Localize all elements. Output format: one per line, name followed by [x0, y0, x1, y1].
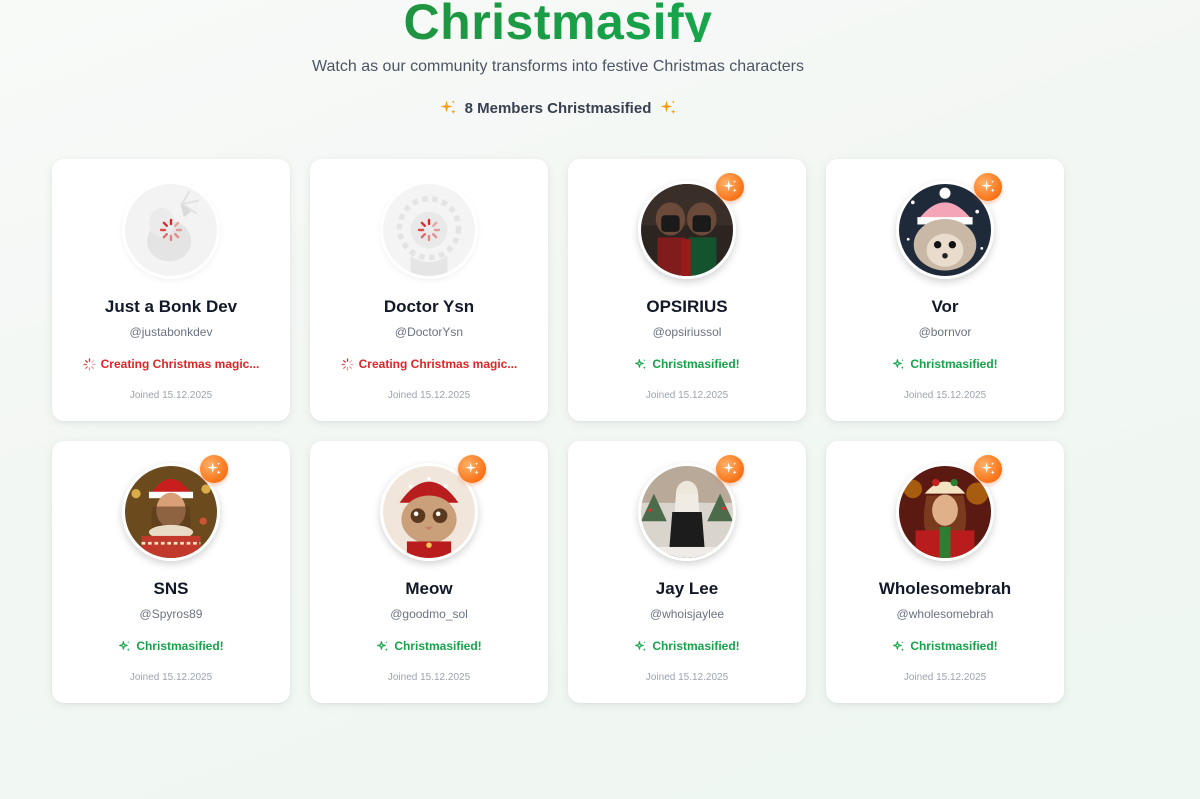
christmasified-badge: [974, 455, 1002, 483]
member-card[interactable]: Just a Bonk Dev @justabonkdev Creating C…: [52, 159, 290, 421]
sparkles-icon: [634, 358, 647, 371]
member-status-label: Christmasified!: [652, 639, 740, 653]
member-status: Christmasified!: [826, 639, 1064, 653]
member-name: Wholesomebrah: [878, 579, 1012, 598]
member-card[interactable]: Meow @goodmo_sol Christmasified! Joined …: [310, 441, 548, 703]
member-joined-date: Joined 15.12.2025: [129, 390, 213, 401]
sparkles-icon: [634, 640, 647, 653]
member-card[interactable]: Wholesomebrah @wholesomebrah Christmasif…: [826, 441, 1064, 703]
member-handle: @whoisjaylee: [649, 607, 725, 621]
member-name: Vor: [931, 297, 959, 316]
loading-spinner-icon: [417, 218, 441, 242]
member-joined-date: Joined 15.12.2025: [645, 672, 729, 683]
member-status: Christmasified!: [52, 639, 290, 653]
member-joined-date: Joined 15.12.2025: [129, 672, 213, 683]
member-status-label: Christmasified!: [910, 639, 998, 653]
member-name: Jay Lee: [655, 579, 719, 598]
christmasified-badge: [200, 455, 228, 483]
member-joined-date: Joined 15.12.2025: [903, 672, 987, 683]
loading-spinner-icon: [83, 358, 96, 371]
member-handle: @opsiriussol: [652, 325, 722, 339]
member-handle: @bornvor: [918, 325, 972, 339]
member-count-banner: 8 Members Christmasified: [0, 99, 1116, 117]
sparkles-icon: [980, 461, 996, 477]
member-name: OPSIRIUS: [646, 297, 728, 316]
member-status: Christmasified!: [568, 639, 806, 653]
member-handle: @Spyros89: [139, 607, 203, 621]
christmasified-badge: [974, 173, 1002, 201]
sparkles-icon: [892, 358, 905, 371]
sparkles-icon: [980, 179, 996, 195]
member-name: Doctor Ysn: [383, 297, 475, 316]
member-name: Meow: [405, 579, 453, 598]
member-joined-date: Joined 15.12.2025: [387, 390, 471, 401]
member-card[interactable]: OPSIRIUS @opsiriussol Christmasified! Jo…: [568, 159, 806, 421]
christmasified-badge: [458, 455, 486, 483]
member-joined-date: Joined 15.12.2025: [387, 672, 471, 683]
member-status-label: Creating Christmas magic...: [100, 357, 260, 371]
loading-spinner-icon: [159, 218, 183, 242]
sparkles-icon: [118, 640, 131, 653]
member-status: Christmasified!: [826, 357, 1064, 371]
member-handle: @wholesomebrah: [896, 607, 994, 621]
page-title: Christmasify: [0, 0, 1116, 42]
member-name: Just a Bonk Dev: [104, 297, 238, 316]
members-grid: Just a Bonk Dev @justabonkdev Creating C…: [52, 159, 1064, 703]
member-joined-date: Joined 15.12.2025: [903, 390, 987, 401]
member-card[interactable]: SNS @Spyros89 Christmasified! Joined 15.…: [52, 441, 290, 703]
sparkles-icon: [722, 461, 738, 477]
member-status: Creating Christmas magic...: [52, 357, 290, 371]
loading-spinner-icon: [341, 358, 354, 371]
member-status-label: Christmasified!: [136, 639, 224, 653]
member-joined-date: Joined 15.12.2025: [645, 390, 729, 401]
member-status-label: Christmasified!: [394, 639, 482, 653]
member-handle: @DoctorYsn: [394, 325, 464, 339]
christmasified-badge: [716, 173, 744, 201]
member-status-label: Christmasified!: [652, 357, 740, 371]
member-status: Christmasified!: [310, 639, 548, 653]
sparkles-icon: [376, 640, 389, 653]
sparkles-icon: [464, 461, 480, 477]
member-count-label: 8 Members Christmasified: [464, 99, 652, 117]
member-card[interactable]: Doctor Ysn @DoctorYsn Creating Christmas…: [310, 159, 548, 421]
sparkles-icon: [439, 99, 457, 117]
member-card[interactable]: Vor @bornvor Christmasified! Joined 15.1…: [826, 159, 1064, 421]
member-status-label: Christmasified!: [910, 357, 998, 371]
page-subtitle: Watch as our community transforms into f…: [312, 58, 804, 75]
sparkles-icon: [206, 461, 222, 477]
member-status: Creating Christmas magic...: [310, 357, 548, 371]
member-handle: @goodmo_sol: [390, 607, 468, 621]
sparkles-icon: [892, 640, 905, 653]
member-status: Christmasified!: [568, 357, 806, 371]
member-handle: @justabonkdev: [129, 325, 213, 339]
sparkles-icon: [722, 179, 738, 195]
christmasified-badge: [716, 455, 744, 483]
sparkles-icon: [659, 99, 677, 117]
member-card[interactable]: Jay Lee @whoisjaylee Christmasified! Joi…: [568, 441, 806, 703]
member-status-label: Creating Christmas magic...: [358, 357, 518, 371]
member-name: SNS: [153, 579, 189, 598]
